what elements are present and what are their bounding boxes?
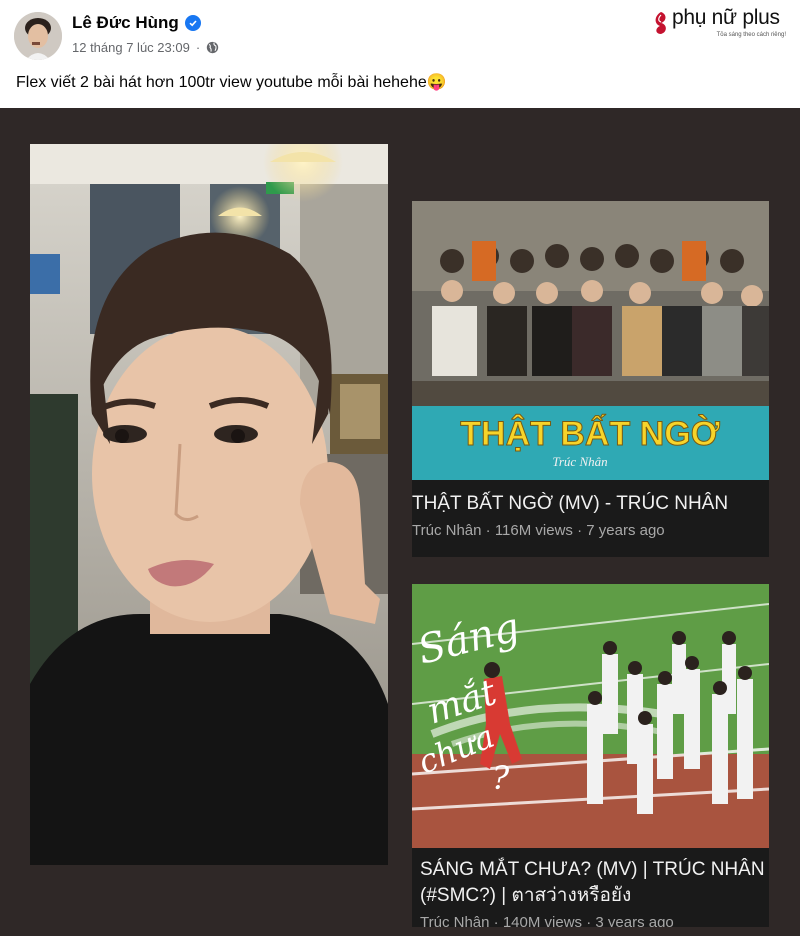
meta-separator: · — [577, 522, 583, 539]
meta-separator: · — [586, 914, 592, 927]
post-timestamp[interactable]: 12 tháng 7 lúc 23:09 — [72, 40, 190, 55]
video-age: 7 years ago — [586, 522, 665, 539]
post-meta: 12 tháng 7 lúc 23:09 · — [72, 40, 219, 55]
author-avatar[interactable] — [14, 12, 62, 60]
author-name[interactable]: Lê Đức Hùng — [72, 13, 179, 33]
watermark-tagline: Tỏa sáng theo cách riêng! — [716, 32, 786, 38]
video-card-sang-mat-chua[interactable]: Sáng mắt chưa ? SÁNG MẮT CHƯA? (MV) | TR… — [412, 584, 769, 927]
video-age: 3 years ago — [595, 914, 674, 927]
selfie-photo[interactable] — [30, 144, 388, 865]
video-title-line1[interactable]: SÁNG MẮT CHƯA? (MV) | TRÚC NHÂN — [420, 857, 765, 883]
video-title[interactable]: THẬT BẤT NGỜ (MV) - TRÚC NHÂN — [412, 491, 728, 517]
thumbnail-image: Sáng mắt chưa ? — [412, 584, 769, 848]
video-title-line2[interactable]: (#SMC?) | ตาสว่างหรือยัง — [420, 883, 631, 909]
video-card-that-bat-ngo[interactable]: THẬT BẤT NGỜ Trúc Nhân THẬT BẤT NGỜ (MV)… — [412, 201, 769, 557]
video-views: 116M views — [494, 522, 573, 539]
thumbnail-title-line4: ? — [492, 759, 510, 797]
video-thumbnail[interactable]: Sáng mắt chưa ? — [412, 584, 769, 848]
watermark-name: phụ nữ plus — [672, 6, 780, 29]
thumbnail-title: THẬT BẤT NGỜ — [460, 415, 719, 453]
thumbnail-subtitle: Trúc Nhân — [552, 454, 607, 469]
video-meta: Trúc Nhân · 116M views · 7 years ago — [412, 522, 665, 539]
author-row: Lê Đức Hùng — [72, 13, 201, 33]
thumbnail-image: THẬT BẤT NGỜ Trúc Nhân — [412, 201, 769, 480]
avatar-image — [14, 12, 62, 60]
video-meta: Trúc Nhân · 140M views · 3 years ago — [420, 914, 674, 927]
video-views: 140M views — [502, 914, 583, 927]
post-media[interactable]: THẬT BẤT NGỜ Trúc Nhân THẬT BẤT NGỜ (MV)… — [0, 108, 800, 936]
video-thumbnail[interactable]: THẬT BẤT NGỜ Trúc Nhân — [412, 201, 769, 480]
post-caption: Flex viết 2 bài hát hơn 100tr view youtu… — [16, 74, 447, 91]
video-channel[interactable]: Trúc Nhân — [420, 914, 489, 927]
leaf-icon — [655, 12, 666, 34]
watermark-logo: phụ nữ plus Tỏa sáng theo cách riêng! — [650, 6, 790, 40]
meta-separator: · — [195, 40, 201, 55]
globe-icon[interactable] — [206, 40, 219, 55]
check-badge-icon — [184, 15, 201, 31]
meta-separator: · — [493, 914, 499, 927]
video-channel[interactable]: Trúc Nhân — [412, 522, 481, 539]
selfie-image — [30, 144, 388, 865]
post-header: Lê Đức Hùng 12 tháng 7 lúc 23:09 · phụ n… — [0, 0, 800, 66]
meta-separator: · — [485, 522, 491, 539]
